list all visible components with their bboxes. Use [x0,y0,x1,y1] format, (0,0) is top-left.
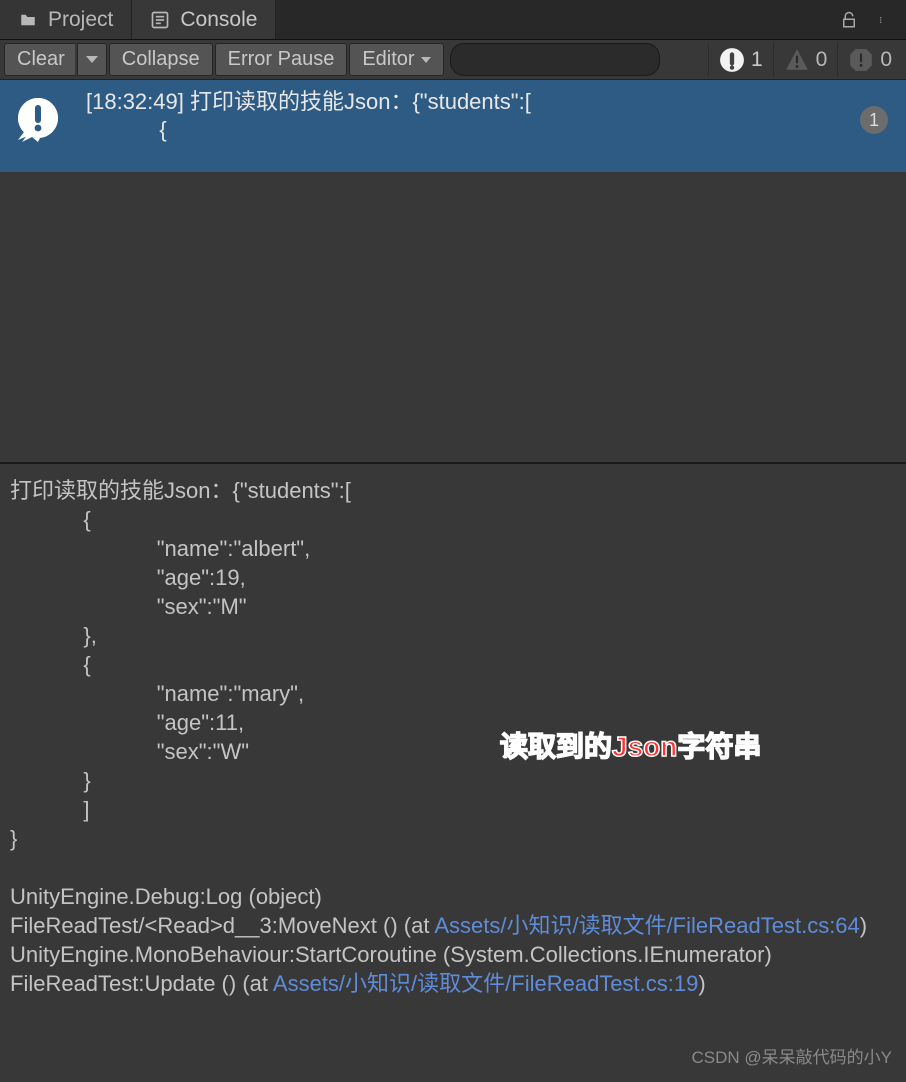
stack-line-4a: FileReadTest:Update () (at [10,971,273,996]
warning-icon [784,47,810,73]
toolbar-spacer [666,43,706,76]
kebab-menu-icon[interactable] [874,10,892,30]
info-icon [719,47,745,73]
error-counter[interactable]: 0 [837,43,902,76]
detail-json: 打印读取的技能Json：{"students":[ { "name":"albe… [10,478,351,851]
editor-dropdown[interactable]: Editor [349,43,443,76]
clear-dropdown[interactable] [77,43,107,76]
chevron-down-icon [86,56,98,63]
stack-link-1[interactable]: Assets/小知识/读取文件/FileReadTest.cs:64 [434,913,859,938]
log-count-badge: 1 [860,106,888,134]
watermark: CSDN @呆呆敲代码的小Y [692,1043,893,1068]
log-entry-selected[interactable]: [18:32:49] 打印读取的技能Json：{"students":[ { 1 [0,80,906,172]
stack-line-3: UnityEngine.MonoBehaviour:StartCoroutine… [10,942,772,967]
folder-icon [18,10,38,30]
tab-bar: Project Console [0,0,906,40]
chevron-down-icon [421,57,431,63]
console-toolbar: Clear Collapse Error Pause Editor 1 0 0 [0,40,906,80]
clear-label: Clear [17,48,65,71]
stack-line-4b: ) [698,971,705,996]
annotation-overlay: 读取到的Json字符串 [500,732,761,761]
error-icon [848,47,874,73]
counter-group: 1 0 0 [708,43,902,76]
lock-icon[interactable] [840,10,858,30]
tab-console[interactable]: Console [132,0,276,39]
warn-counter[interactable]: 0 [773,43,838,76]
tab-project[interactable]: Project [0,0,132,39]
collapse-button[interactable]: Collapse [109,43,213,76]
log-badge-value: 1 [869,106,879,134]
error-pause-button[interactable]: Error Pause [215,43,348,76]
stack-link-2[interactable]: Assets/小知识/读取文件/FileReadTest.cs:19 [273,971,698,996]
error-count: 0 [880,48,892,72]
log-detail-pane[interactable]: 打印读取的技能Json：{"students":[ { "name":"albe… [0,462,906,1082]
log-line-2: { [86,116,892,144]
collapse-label: Collapse [122,48,200,71]
search-input[interactable] [450,43,660,76]
error-pause-label: Error Pause [228,48,335,71]
editor-label: Editor [362,48,414,71]
info-counter[interactable]: 1 [708,43,773,76]
search-text[interactable] [469,51,676,69]
info-bubble-icon [14,94,62,142]
warn-count: 0 [816,48,828,72]
log-text: [18:32:49] 打印读取的技能Json：{"students":[ { [86,88,892,144]
console-icon [150,10,170,30]
tab-project-label: Project [48,8,113,32]
log-list-area[interactable] [0,172,906,462]
stack-line-2a: FileReadTest/<Read>d__3:MoveNext () (at [10,913,434,938]
info-count: 1 [751,48,763,72]
log-line-1: [18:32:49] 打印读取的技能Json：{"students":[ [86,88,892,116]
tab-bar-spacer [276,0,826,39]
tab-bar-right [826,0,906,39]
stack-line-1: UnityEngine.Debug:Log (object) [10,884,322,909]
tab-console-label: Console [180,8,257,32]
clear-button[interactable]: Clear [4,43,75,76]
stack-line-2b: ) [860,913,867,938]
